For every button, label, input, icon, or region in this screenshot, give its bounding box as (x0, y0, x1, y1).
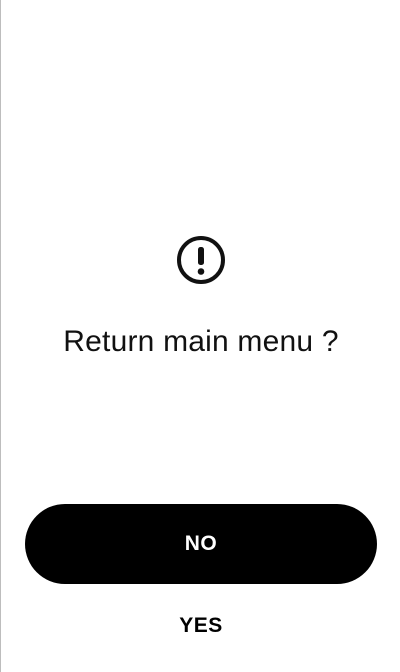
yes-button[interactable]: YES (131, 606, 271, 646)
confirm-message: Return main menu ? (63, 325, 339, 358)
exclamation-circle-icon (176, 235, 226, 285)
yes-button-label: YES (179, 614, 223, 637)
no-button-label: NO (184, 532, 218, 555)
confirm-dialog-screen: Return main menu ? NO YES (0, 0, 400, 672)
no-button[interactable]: NO (25, 504, 377, 584)
